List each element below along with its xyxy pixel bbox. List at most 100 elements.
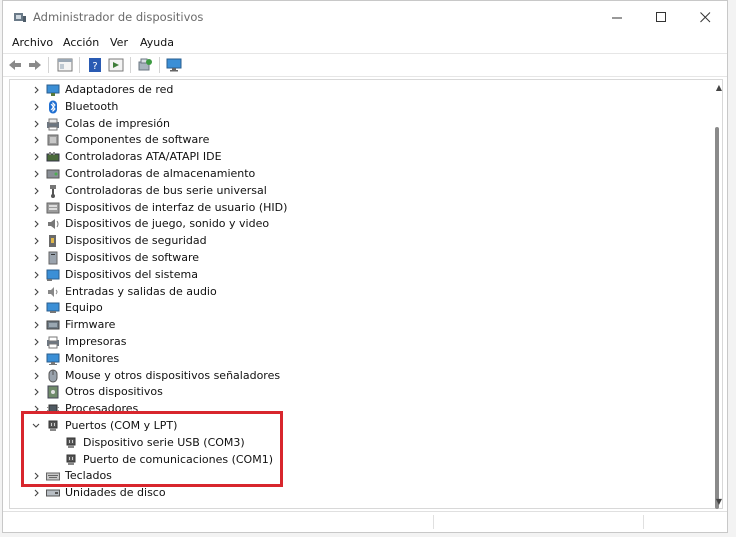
chevron-right-icon[interactable] xyxy=(31,84,41,96)
tree-item-label: Entradas y salidas de audio xyxy=(65,284,217,298)
tree-item-label: Dispositivos de seguridad xyxy=(65,234,207,248)
tree-category[interactable]: Componentes de software xyxy=(10,132,700,149)
chevron-right-icon[interactable] xyxy=(31,470,41,482)
disk-drive-icon xyxy=(46,489,60,497)
tree-category[interactable]: Procesadores xyxy=(10,401,700,418)
back-arrow-icon[interactable] xyxy=(7,57,23,73)
minimize-button[interactable] xyxy=(595,1,639,33)
usb-controller-icon xyxy=(50,184,56,198)
chevron-right-icon[interactable] xyxy=(31,252,41,264)
chevron-right-icon[interactable] xyxy=(31,235,41,247)
chevron-right-icon[interactable] xyxy=(31,336,41,348)
tree-category[interactable]: Dispositivos de software xyxy=(10,250,700,267)
tree-category[interactable]: Dispositivos de interfaz de usuario (HID… xyxy=(10,200,700,217)
menu-ver[interactable]: Ver xyxy=(110,36,128,49)
bluetooth-icon xyxy=(49,100,57,114)
tree-category[interactable]: Firmware xyxy=(10,317,700,334)
maximize-button[interactable] xyxy=(639,1,683,33)
monitor-icon[interactable] xyxy=(166,57,182,73)
audio-io-icon xyxy=(48,286,58,297)
chevron-right-icon[interactable] xyxy=(31,302,41,314)
tree-item-label: Dispositivos del sistema xyxy=(65,267,198,281)
sound-icon xyxy=(48,219,59,230)
menu-accion[interactable]: Acción xyxy=(63,36,99,49)
tree-category[interactable]: Puertos (COM y LPT) xyxy=(10,418,700,435)
chevron-right-icon[interactable] xyxy=(31,185,41,197)
chevron-right-icon[interactable] xyxy=(31,353,41,365)
tree-category[interactable]: Controladoras de almacenamiento xyxy=(10,166,700,183)
chevron-right-icon[interactable] xyxy=(31,202,41,214)
tree-item-label: Puertos (COM y LPT) xyxy=(65,419,178,432)
processor-icon xyxy=(47,404,59,414)
tree-category[interactable]: Monitores xyxy=(10,351,700,368)
tree-category[interactable]: Dispositivos del sistema xyxy=(10,267,700,284)
menu-ayuda[interactable]: Ayuda xyxy=(140,36,174,49)
tree-category[interactable]: Dispositivos de seguridad xyxy=(10,233,700,250)
tree-item-label: Controladoras ATA/ATAPI IDE xyxy=(65,150,222,164)
chevron-right-icon[interactable] xyxy=(31,403,41,415)
device-tree[interactable]: Adaptadores de red Bluetooth Colas de impr… xyxy=(9,79,723,509)
toolbar-separator xyxy=(130,57,131,73)
tree-item-label: Unidades de disco xyxy=(65,486,166,500)
scrollbar-thumb[interactable] xyxy=(715,127,719,509)
tree-device[interactable]: Puerto de comunicaciones (COM1) xyxy=(10,452,700,469)
tree-category[interactable]: Unidades de disco xyxy=(10,485,700,502)
tree-item-label: Mouse y otros dispositivos señaladores xyxy=(65,368,281,382)
tree-category[interactable]: Mouse y otros dispositivos señaladores xyxy=(10,368,700,385)
toolbar-separator xyxy=(159,57,160,73)
menu-archivo[interactable]: Archivo xyxy=(12,36,53,49)
tree-category[interactable]: Impresoras xyxy=(10,334,700,351)
chevron-right-icon[interactable] xyxy=(31,118,41,130)
chevron-right-icon[interactable] xyxy=(31,134,41,146)
chevron-down-icon[interactable] xyxy=(31,420,41,432)
chevron-right-icon[interactable] xyxy=(31,218,41,230)
chevron-right-icon[interactable] xyxy=(31,168,41,180)
keyboard-icon xyxy=(46,472,60,481)
tree-category[interactable]: Entradas y salidas de audio xyxy=(10,284,700,301)
tree-category[interactable]: Bluetooth xyxy=(10,99,700,116)
tree-category[interactable]: Otros dispositivos xyxy=(10,384,700,401)
tree-category[interactable]: Adaptadores de red xyxy=(10,82,700,99)
menu-bar: Archivo Acción Ver Ayuda xyxy=(3,33,727,53)
chevron-right-icon[interactable] xyxy=(31,269,41,281)
chevron-right-icon[interactable] xyxy=(31,319,41,331)
network-adapter-icon xyxy=(46,84,60,96)
tree-device[interactable]: Dispositivo serie USB (COM3) xyxy=(10,435,700,452)
tree-category[interactable]: Dispositivos de juego, sonido y video xyxy=(10,216,700,233)
chevron-right-icon[interactable] xyxy=(31,370,41,382)
tree-category[interactable]: Controladoras de bus serie universal xyxy=(10,183,700,200)
tree-category[interactable]: Controladoras ATA/ATAPI IDE xyxy=(10,149,700,166)
print-queue-icon xyxy=(47,118,59,131)
status-bar xyxy=(3,511,727,534)
tree-item-label: Monitores xyxy=(65,351,120,365)
chevron-right-icon[interactable] xyxy=(31,487,41,499)
toolbar: ? xyxy=(3,53,727,77)
chevron-right-icon[interactable] xyxy=(31,286,41,298)
device-manager-window: Administrador de dispositivos Archivo Ac… xyxy=(2,0,728,533)
tree-category[interactable]: Colas de impresión xyxy=(10,116,700,133)
tree-item-label: Impresoras xyxy=(65,335,127,348)
tree-item-label: Componentes de software xyxy=(65,133,210,147)
scroll-down-arrow[interactable]: ▼ xyxy=(716,497,722,506)
scroll-up-arrow[interactable]: ▲ xyxy=(716,83,722,92)
port-icon xyxy=(66,454,76,465)
tree-category[interactable]: Equipo xyxy=(10,300,700,317)
help-icon[interactable]: ? xyxy=(87,57,103,73)
forward-arrow-icon[interactable] xyxy=(27,57,43,73)
chevron-right-icon[interactable] xyxy=(31,151,41,163)
properties-pane-icon[interactable] xyxy=(57,57,73,73)
window-title: Administrador de dispositivos xyxy=(33,10,204,24)
chevron-right-icon[interactable] xyxy=(31,386,41,398)
tree-category[interactable]: Teclados xyxy=(10,468,700,485)
printer-icon xyxy=(47,336,59,349)
title-bar[interactable]: Administrador de dispositivos xyxy=(3,1,727,33)
properties-icon[interactable] xyxy=(108,57,124,73)
close-button[interactable] xyxy=(683,1,727,33)
toolbar-separator xyxy=(79,57,80,73)
tree-item-label: Dispositivos de software xyxy=(65,251,200,264)
tree-item-label: Controladoras de bus serie universal xyxy=(65,183,267,197)
status-cell xyxy=(433,515,644,529)
scan-hardware-icon[interactable] xyxy=(137,57,153,73)
chevron-right-icon[interactable] xyxy=(31,101,41,113)
hid-icon xyxy=(46,202,60,214)
